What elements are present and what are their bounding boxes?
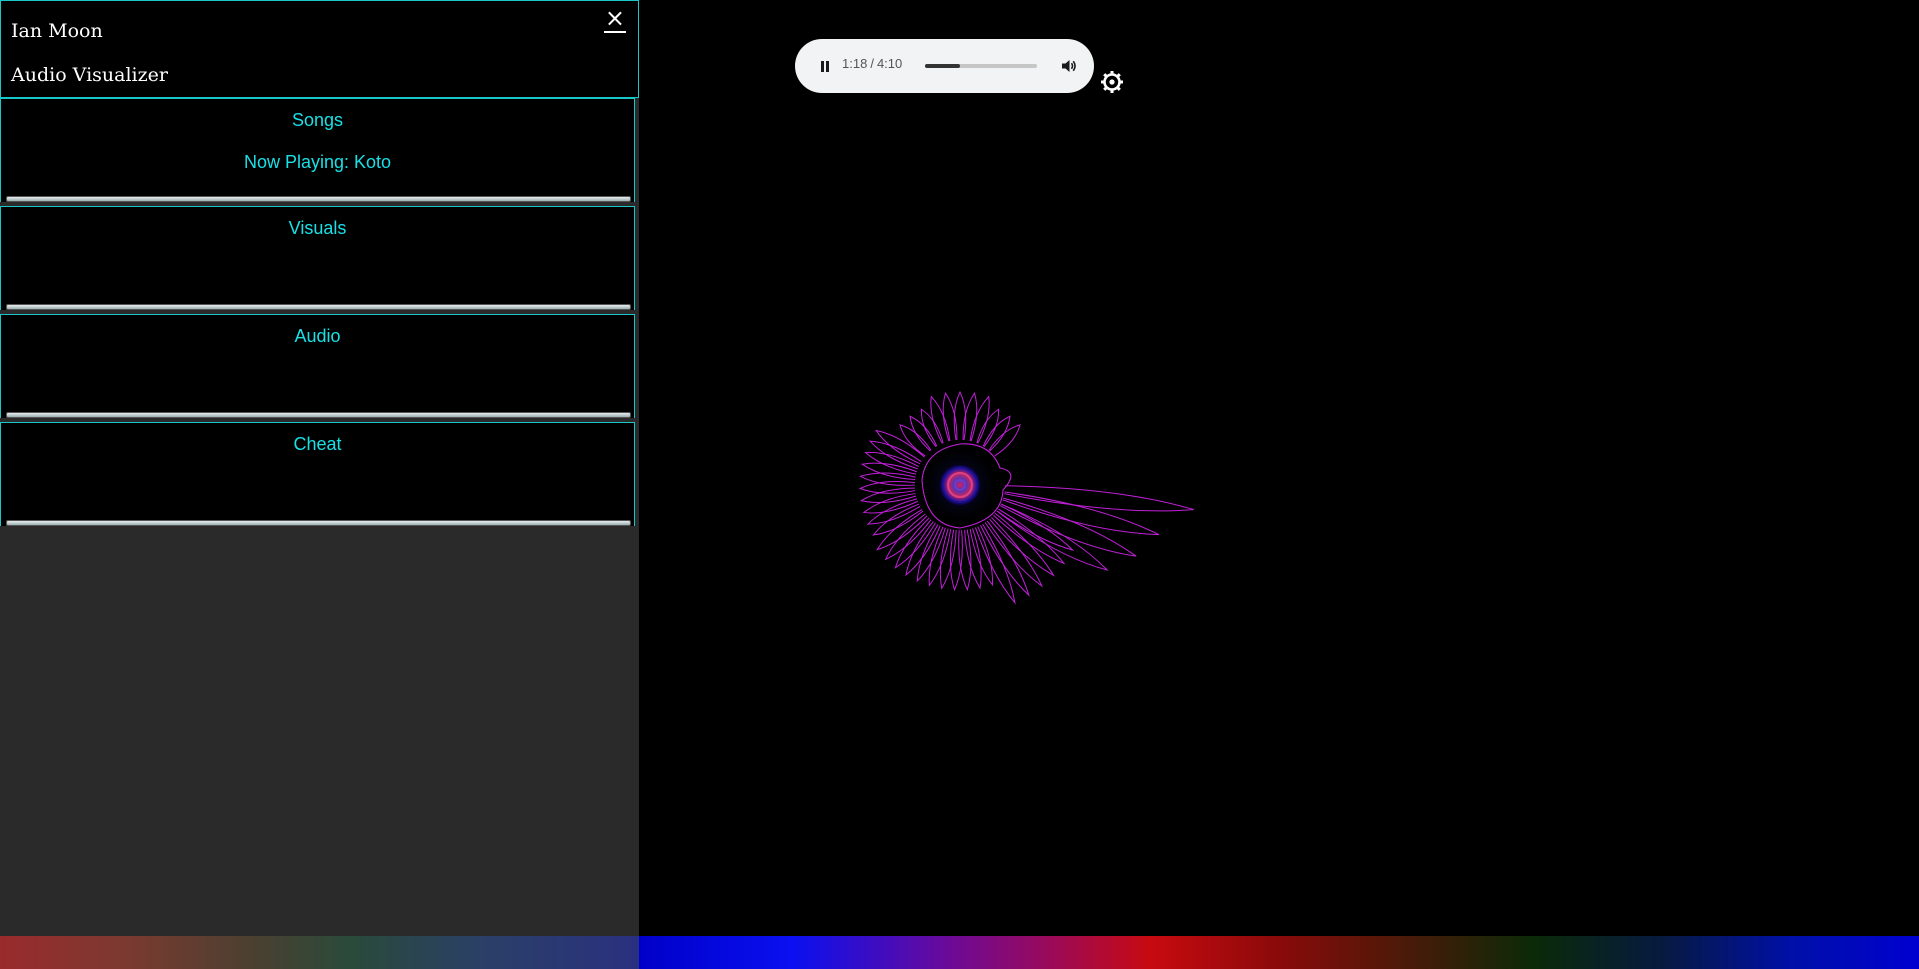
visualizer-petal bbox=[982, 415, 1011, 452]
section-songs-title[interactable]: Songs bbox=[1, 110, 634, 131]
section-audio-title[interactable]: Audio bbox=[1, 326, 634, 347]
section-cheat: Cheat bbox=[0, 422, 635, 526]
visualizer-petal bbox=[858, 481, 916, 494]
audio-player: 1:18/4:10 bbox=[795, 39, 1094, 93]
seek-slider[interactable] bbox=[925, 64, 1037, 68]
visualizer-petals bbox=[858, 390, 1194, 605]
now-playing-label: Now Playing: Koto bbox=[243, 152, 392, 172]
visualizer-petal bbox=[909, 415, 938, 452]
app-title: Audio Visualizer bbox=[11, 64, 168, 86]
section-audio: Audio bbox=[0, 314, 635, 418]
visualizer-petal bbox=[862, 493, 919, 514]
visualizer-petal bbox=[859, 487, 917, 504]
audio-visualizer bbox=[858, 390, 1194, 605]
visualizer-core bbox=[939, 464, 981, 506]
settings-icon[interactable] bbox=[1100, 70, 1124, 94]
section-visuals-title[interactable]: Visuals bbox=[1, 218, 634, 239]
section-songs: Songs Now Playing: Koto bbox=[0, 98, 635, 202]
section-cheat-resize-handle[interactable] bbox=[6, 520, 631, 526]
seek-slider-fill bbox=[925, 64, 960, 68]
duration: 4:10 bbox=[876, 56, 903, 71]
visualizer-petal bbox=[916, 524, 946, 583]
visualizer-petal bbox=[984, 517, 1044, 588]
bottom-spectrum-bar-left bbox=[0, 936, 639, 969]
section-audio-resize-handle[interactable] bbox=[6, 412, 631, 418]
side-panel: Ian Moon Audio Visualizer × Songs Now Pl… bbox=[0, 0, 639, 936]
time-display: 1:18/4:10 bbox=[842, 56, 902, 71]
pause-icon[interactable] bbox=[815, 56, 835, 76]
visualizer-petal bbox=[989, 512, 1055, 577]
volume-icon[interactable] bbox=[1060, 57, 1078, 75]
app-root: Ian Moon Audio Visualizer × Songs Now Pl… bbox=[0, 0, 1919, 969]
time-separator: / bbox=[870, 56, 874, 71]
section-visuals: Visuals bbox=[0, 206, 635, 310]
section-cheat-title[interactable]: Cheat bbox=[1, 434, 634, 455]
bottom-spectrum-bar-right bbox=[639, 936, 1919, 969]
author-name: Ian Moon bbox=[11, 20, 103, 42]
close-panel-button[interactable]: × bbox=[603, 5, 626, 33]
panel-header: Ian Moon Audio Visualizer × bbox=[0, 0, 639, 98]
visualizer-petal bbox=[868, 440, 922, 470]
current-time: 1:18 bbox=[842, 56, 868, 71]
visualizer-petal bbox=[993, 508, 1066, 565]
section-visuals-resize-handle[interactable] bbox=[6, 304, 631, 310]
section-songs-resize-handle[interactable] bbox=[6, 196, 631, 202]
visualizer-petal bbox=[953, 390, 967, 441]
